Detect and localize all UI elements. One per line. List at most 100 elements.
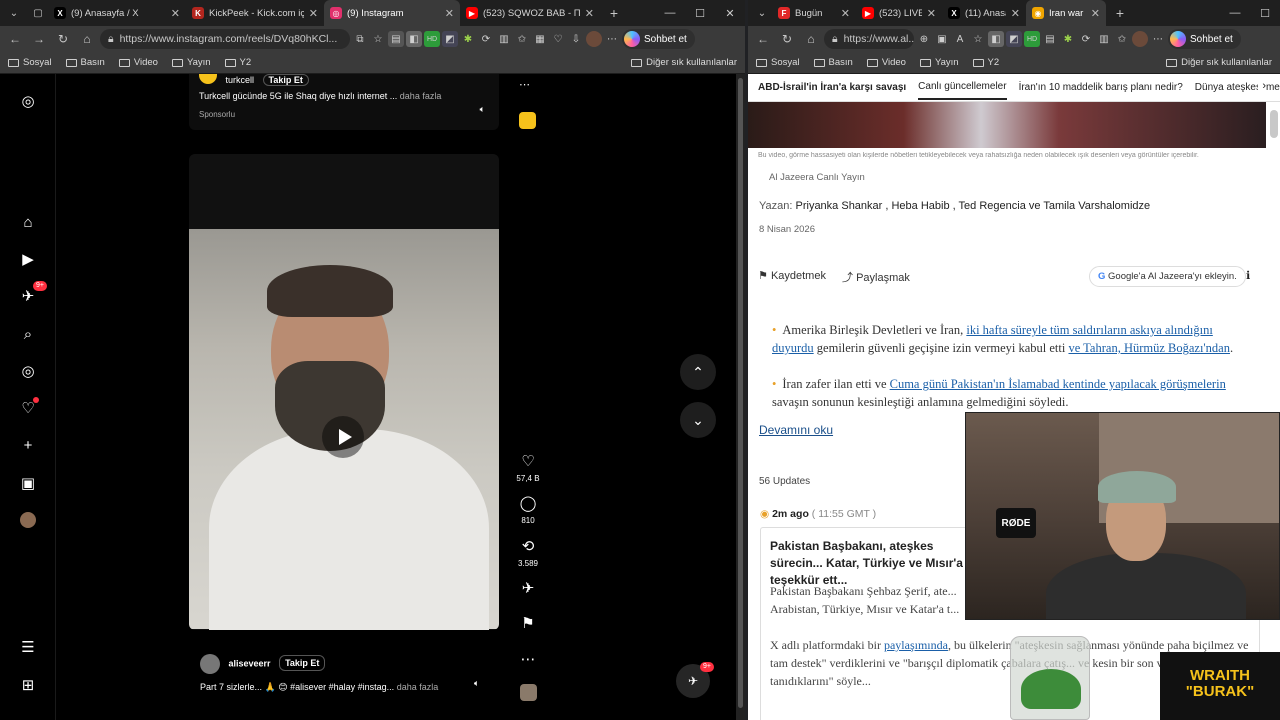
save-button[interactable]: ⚑ xyxy=(510,614,546,634)
close-tab-icon[interactable]: ✕ xyxy=(171,7,180,20)
profile-avatar[interactable] xyxy=(1132,31,1148,47)
translate-icon[interactable]: ⊕ xyxy=(916,31,932,47)
back-button[interactable]: ← xyxy=(4,28,26,50)
close-tab-icon[interactable]: ✕ xyxy=(1011,7,1020,20)
bookmark-folder-basin[interactable]: Basın xyxy=(65,57,105,68)
more-menu-icon[interactable]: ☰ xyxy=(17,636,39,658)
favorite-star-icon[interactable]: ☆ xyxy=(970,31,986,47)
copilot-chat-button[interactable]: Sohbet et xyxy=(1168,29,1241,49)
audio-thumbnail[interactable] xyxy=(510,684,546,704)
copilot-chat-button[interactable]: Sohbet et xyxy=(622,29,695,49)
google-preferred-source-button[interactable]: G Google'a Al Jazeera'yı ekleyin. xyxy=(1089,266,1246,287)
more-link[interactable]: daha fazla xyxy=(400,91,442,101)
browser-tab[interactable]: ◉ Iran war live: ✕ xyxy=(1026,0,1106,26)
tab-live-updates[interactable]: Canlı güncellemeler xyxy=(918,75,1007,100)
bookmark-folder-basin[interactable]: Basın xyxy=(813,57,853,68)
dashboard-icon[interactable]: ▣ xyxy=(17,472,39,494)
username[interactable]: aliseveerr xyxy=(229,658,271,668)
other-bookmarks-folder[interactable]: Diğer sık kullanılanlar xyxy=(631,57,737,68)
new-tab-button[interactable]: + xyxy=(1110,3,1130,23)
extensions-icon[interactable]: ⟳ xyxy=(478,31,494,47)
reading-view-icon[interactable]: ▣ xyxy=(934,31,950,47)
favorites-icon[interactable]: ✩ xyxy=(1114,31,1130,47)
downloads-icon[interactable]: ⇩ xyxy=(568,31,584,47)
messages-icon[interactable]: ✈ 9+ xyxy=(17,281,47,307)
split-view-icon[interactable]: ⧉ xyxy=(352,31,368,47)
scrollbar[interactable] xyxy=(736,74,745,720)
browser-tab[interactable]: ▶ (523) SQWOZ BAB - ПЬЯНЫ ✕ xyxy=(460,0,600,26)
read-aloud-icon[interactable]: A xyxy=(952,31,968,47)
profile-avatar[interactable] xyxy=(17,509,39,531)
extension-icon[interactable]: ◩ xyxy=(442,31,458,47)
browser-tab[interactable]: ◎ (9) Instagram ✕ xyxy=(324,0,460,26)
scrollbar[interactable] xyxy=(1270,110,1278,138)
minimize-button[interactable]: — xyxy=(655,7,685,20)
extension-icon[interactable]: ▤ xyxy=(1042,31,1058,47)
close-tab-icon[interactable]: ✕ xyxy=(1091,7,1100,20)
more-menu-icon[interactable]: ⋯ xyxy=(604,31,620,47)
tab-war[interactable]: ABD-İsrail'in İran'a karşı savaşı xyxy=(758,82,906,93)
address-bar[interactable]: 🔒︎ https://www.instagram.com/reels/DVq80… xyxy=(100,29,350,49)
create-plus-icon[interactable]: + xyxy=(17,434,39,456)
refresh-button[interactable]: ↻ xyxy=(776,28,798,50)
bookmark-folder-video[interactable]: Video xyxy=(866,57,906,68)
workspaces-icon[interactable]: ▢ xyxy=(28,3,48,23)
browser-tab[interactable]: X (9) Anasayfa / X ✕ xyxy=(48,0,186,26)
save-article-button[interactable]: ⚑ Kaydetmek xyxy=(758,269,826,282)
chevron-right-icon[interactable]: › xyxy=(1258,80,1266,92)
favorites-icon[interactable]: ✩ xyxy=(514,31,530,47)
bookmark-folder-y2[interactable]: Y2 xyxy=(224,57,251,68)
extension-icon[interactable]: HD xyxy=(1024,31,1040,47)
read-more-link[interactable]: Devamını oku xyxy=(759,423,833,437)
bookmark-folder-sosyal[interactable]: Sosyal xyxy=(8,57,52,68)
home-icon[interactable]: ⌂ xyxy=(17,211,39,233)
extension-icon[interactable]: ◧ xyxy=(406,31,422,47)
more-options-icon[interactable]: ⋯ xyxy=(510,650,546,670)
refresh-button[interactable]: ↻ xyxy=(52,28,74,50)
previous-reel-button[interactable]: ⌃ xyxy=(680,354,716,390)
bookmark-folder-sosyal[interactable]: Sosyal xyxy=(756,57,800,68)
authors[interactable]: Priyanka Shankar , Heba Habib , Ted Rege… xyxy=(796,200,1151,212)
browser-tab[interactable]: F Bugün ✕ xyxy=(772,0,856,26)
bookmark-folder-yayin[interactable]: Yayın xyxy=(171,57,211,68)
home-button[interactable]: ⌂ xyxy=(800,28,822,50)
notifications-heart-icon[interactable]: ♡ xyxy=(17,397,39,419)
close-tab-icon[interactable]: ✕ xyxy=(927,7,936,20)
explore-icon[interactable]: ◎ xyxy=(17,360,39,382)
tab-actions-menu-icon[interactable]: ⌄ xyxy=(752,3,772,23)
mute-icon[interactable]: 🔈︎ xyxy=(480,104,485,115)
repost-button[interactable]: ⟲ 3.589 xyxy=(510,537,546,568)
close-tab-icon[interactable]: ✕ xyxy=(841,7,850,20)
maximize-button[interactable]: ☐ xyxy=(685,7,715,20)
back-button[interactable]: ← xyxy=(752,28,774,50)
play-button[interactable] xyxy=(322,416,364,458)
browser-tab[interactable]: K KickPeek - Kick.com için Ger ✕ xyxy=(186,0,324,26)
messages-float-button[interactable]: ✈ 9+ xyxy=(676,662,714,698)
article-link[interactable]: ve Tahran, Hürmüz Boğazı'ndan xyxy=(1068,341,1230,355)
username[interactable]: turkcell xyxy=(226,75,255,85)
bookmark-folder-yayin[interactable]: Yayın xyxy=(919,57,959,68)
home-button[interactable]: ⌂ xyxy=(76,28,98,50)
mute-icon[interactable]: 🔈︎ xyxy=(474,678,479,689)
avatar[interactable] xyxy=(200,654,220,674)
sidebar-icon[interactable]: ▥ xyxy=(1096,31,1112,47)
meta-apps-icon[interactable]: ⊞ xyxy=(17,674,39,696)
article-link[interactable]: paylaşımında xyxy=(884,638,948,652)
reels-icon[interactable]: ▶ xyxy=(17,248,39,270)
browser-essentials-icon[interactable]: ♡ xyxy=(550,31,566,47)
extension-icon[interactable]: ◧ xyxy=(988,31,1004,47)
bookmark-folder-y2[interactable]: Y2 xyxy=(972,57,999,68)
tab-world-ceasefire[interactable]: Dünya ateşkesi mem xyxy=(1195,82,1280,93)
instagram-logo-icon[interactable]: ◎ xyxy=(17,90,39,112)
info-icon[interactable]: ℹ xyxy=(1246,269,1250,282)
article-link[interactable]: Cuma günü Pakistan'ın İslamabad kentinde… xyxy=(890,377,1226,391)
favorite-star-icon[interactable]: ☆ xyxy=(370,31,386,47)
close-tab-icon[interactable]: ✕ xyxy=(309,7,318,20)
other-bookmarks-folder[interactable]: Diğer sık kullanılanlar xyxy=(1166,57,1272,68)
close-tab-icon[interactable]: ✕ xyxy=(445,7,454,20)
sidebar-icon[interactable]: ▥ xyxy=(496,31,512,47)
next-reel-button[interactable]: ⌄ xyxy=(680,402,716,438)
browser-tab[interactable]: ▶ (523) LIVE: W ✕ xyxy=(856,0,942,26)
extension-icon[interactable]: HD xyxy=(424,31,440,47)
tab-peace-plan[interactable]: İran'ın 10 maddelik barış planı nedir? xyxy=(1019,82,1183,93)
